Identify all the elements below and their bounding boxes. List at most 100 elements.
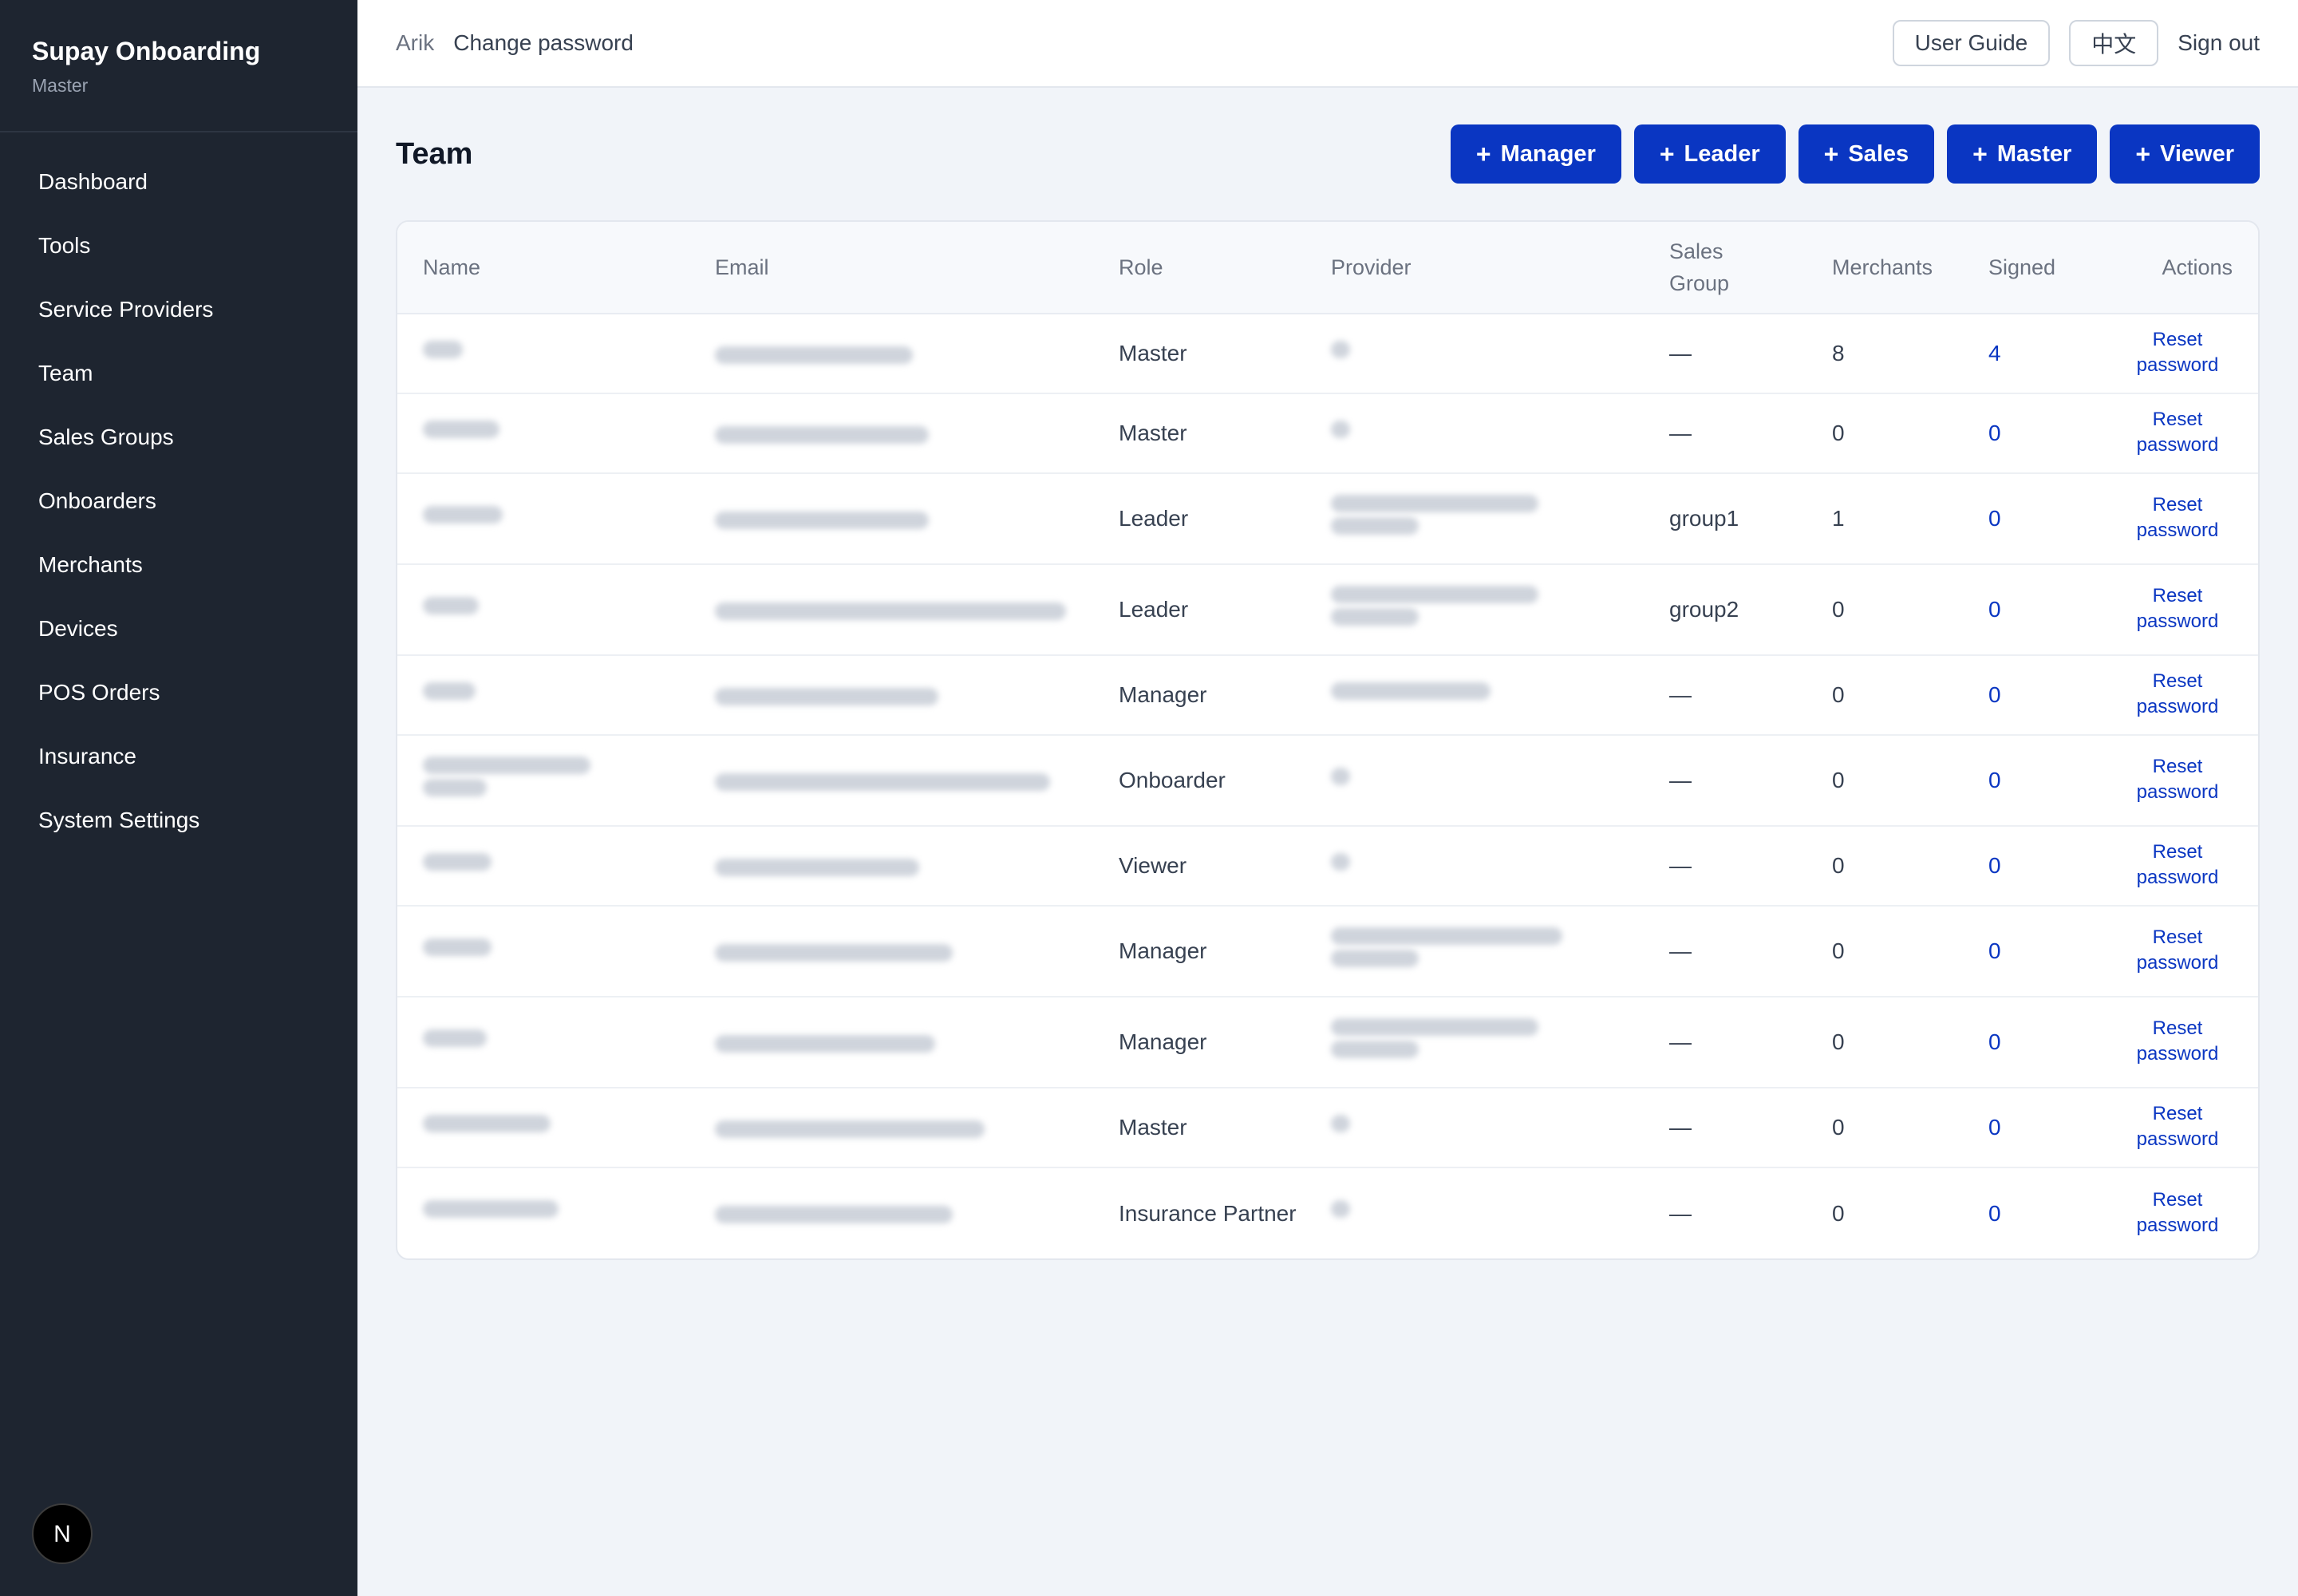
member-merchants-count: 0 xyxy=(1806,826,1963,907)
redacted-blur xyxy=(1331,1013,1538,1063)
sidebar-item-insurance[interactable]: Insurance xyxy=(0,725,357,788)
member-role: Leader xyxy=(1093,473,1305,565)
reset-password-link[interactable]: Reset password xyxy=(2130,925,2225,976)
member-email-redacted xyxy=(689,997,1093,1088)
header-row: Name Email Role Provider Sales Group Mer… xyxy=(397,222,2258,314)
plus-icon: + xyxy=(1475,140,1491,168)
nextjs-dev-badge-icon[interactable]: N xyxy=(32,1503,93,1564)
member-merchants-count: 1 xyxy=(1806,473,1963,565)
sidebar-item-team[interactable]: Team xyxy=(0,342,357,405)
column-header-role[interactable]: Role xyxy=(1093,222,1305,314)
member-actions: Reset password xyxy=(2103,997,2258,1088)
sidebar-item-pos-orders[interactable]: POS Orders xyxy=(0,661,357,725)
sidebar-nav: Dashboard Tools Service Providers Team S… xyxy=(0,132,357,852)
redacted-blur xyxy=(1331,336,1350,363)
user-guide-button[interactable]: User Guide xyxy=(1892,20,2051,66)
sidebar-item-onboarders[interactable]: Onboarders xyxy=(0,469,357,533)
redacted-blur xyxy=(1331,490,1538,539)
member-role: Master xyxy=(1093,314,1305,394)
add-sales-button[interactable]: + Sales xyxy=(1798,124,1935,184)
member-signed-count[interactable]: 0 xyxy=(1963,826,2103,907)
redacted-bar xyxy=(423,420,499,438)
column-header-provider[interactable]: Provider xyxy=(1305,222,1644,314)
member-signed-count[interactable]: 0 xyxy=(1963,655,2103,736)
member-actions: Reset password xyxy=(2103,1167,2258,1258)
column-header-merchants[interactable]: Merchants xyxy=(1806,222,1963,314)
member-sales-group: group1 xyxy=(1644,473,1806,565)
member-sales-group: — xyxy=(1644,314,1806,394)
reset-password-link[interactable]: Reset password xyxy=(2130,583,2225,634)
sidebar-item-sales-groups[interactable]: Sales Groups xyxy=(0,405,357,469)
sidebar-item-dashboard[interactable]: Dashboard xyxy=(0,150,357,214)
member-merchants-count: 0 xyxy=(1806,393,1963,474)
redacted-blur xyxy=(1331,678,1491,705)
sidebar-item-service-providers[interactable]: Service Providers xyxy=(0,278,357,342)
main-area: Arik Change password User Guide 中文 Sign … xyxy=(357,0,2298,1596)
reset-password-link[interactable]: Reset password xyxy=(2130,839,2225,891)
member-signed-count[interactable]: 0 xyxy=(1963,735,2103,827)
member-actions: Reset password xyxy=(2103,564,2258,656)
reset-password-link[interactable]: Reset password xyxy=(2130,327,2225,378)
column-header-name[interactable]: Name xyxy=(397,222,689,314)
member-actions: Reset password xyxy=(2103,735,2258,827)
redacted-bar xyxy=(423,778,487,796)
member-sales-group: — xyxy=(1644,826,1806,907)
member-actions: Reset password xyxy=(2103,655,2258,736)
member-signed-count[interactable]: 0 xyxy=(1963,906,2103,998)
redacted-bar xyxy=(423,938,492,956)
reset-password-link[interactable]: Reset password xyxy=(2130,1016,2225,1067)
add-master-label: Master xyxy=(1996,140,2072,167)
member-signed-count[interactable]: 0 xyxy=(1963,1167,2103,1258)
column-header-sales-group[interactable]: Sales Group xyxy=(1644,222,1806,314)
svg-text:N: N xyxy=(53,1521,71,1547)
add-leader-button[interactable]: + Leader xyxy=(1633,124,1786,184)
add-viewer-label: Viewer xyxy=(2160,140,2234,167)
member-signed-count[interactable]: 0 xyxy=(1963,997,2103,1088)
column-header-signed[interactable]: Signed xyxy=(1963,222,2103,314)
redacted-blur xyxy=(1331,1195,1350,1223)
team-table: Name Email Role Provider Sales Group Mer… xyxy=(397,222,2258,1258)
member-email-redacted xyxy=(689,655,1093,736)
redacted-bar xyxy=(1331,494,1538,512)
sign-out-link[interactable]: Sign out xyxy=(2178,30,2260,56)
reset-password-link[interactable]: Reset password xyxy=(2130,492,2225,543)
member-signed-count[interactable]: 0 xyxy=(1963,1088,2103,1168)
member-signed-count[interactable]: 4 xyxy=(1963,314,2103,394)
member-provider-redacted xyxy=(1305,826,1644,907)
change-password-link[interactable]: Change password xyxy=(453,30,634,56)
brand-title: Supay Onboarding xyxy=(32,37,261,65)
reset-password-link[interactable]: Reset password xyxy=(2130,1187,2225,1238)
member-email-redacted xyxy=(689,393,1093,474)
member-signed-count[interactable]: 0 xyxy=(1963,564,2103,656)
member-sales-group: — xyxy=(1644,655,1806,736)
member-signed-count[interactable]: 0 xyxy=(1963,393,2103,474)
add-leader-label: Leader xyxy=(1684,140,1760,167)
table-header: Name Email Role Provider Sales Group Mer… xyxy=(397,222,2258,314)
sidebar-item-system-settings[interactable]: System Settings xyxy=(0,788,357,852)
add-master-button[interactable]: + Master xyxy=(1947,124,2098,184)
redacted-bar xyxy=(423,505,503,523)
redacted-bar xyxy=(715,858,919,876)
member-merchants-count: 0 xyxy=(1806,735,1963,827)
reset-password-link[interactable]: Reset password xyxy=(2130,669,2225,720)
sidebar-item-merchants[interactable]: Merchants xyxy=(0,533,357,597)
sidebar-item-tools[interactable]: Tools xyxy=(0,214,357,278)
member-email-redacted xyxy=(689,1167,1093,1258)
member-actions: Reset password xyxy=(2103,314,2258,394)
redacted-bar xyxy=(715,602,1066,620)
reset-password-link[interactable]: Reset password xyxy=(2130,754,2225,805)
member-provider-redacted xyxy=(1305,735,1644,827)
member-sales-group: — xyxy=(1669,1200,1692,1226)
redacted-bar xyxy=(715,1034,935,1053)
redacted-bar xyxy=(1331,340,1350,358)
redacted-blur xyxy=(423,592,479,619)
sidebar-item-devices[interactable]: Devices xyxy=(0,597,357,661)
add-viewer-button[interactable]: + Viewer xyxy=(2110,124,2260,184)
add-manager-button[interactable]: + Manager xyxy=(1450,124,1621,184)
language-toggle-button[interactable]: 中文 xyxy=(2069,20,2159,66)
redacted-bar xyxy=(715,346,913,364)
column-header-email[interactable]: Email xyxy=(689,222,1093,314)
reset-password-link[interactable]: Reset password xyxy=(2130,407,2225,458)
reset-password-link[interactable]: Reset password xyxy=(2130,1101,2225,1152)
member-signed-count[interactable]: 0 xyxy=(1963,473,2103,565)
